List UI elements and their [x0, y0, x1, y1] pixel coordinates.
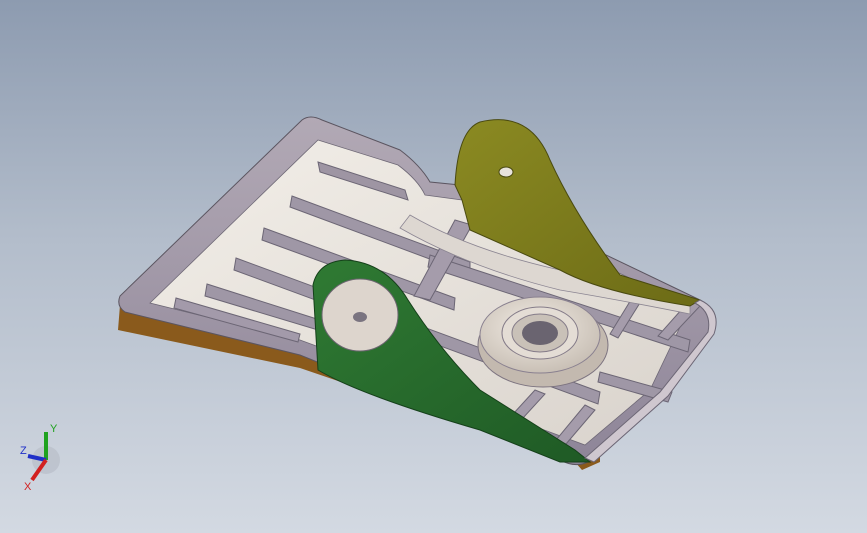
y-axis-label: Y [50, 423, 58, 435]
cad-viewport[interactable]: Y Z X [0, 0, 867, 533]
axis-triad[interactable]: Y Z X [16, 418, 76, 498]
housing-part-model[interactable] [0, 0, 867, 533]
front-lug-hole[interactable] [353, 312, 367, 322]
z-axis-label: Z [20, 445, 27, 457]
x-axis-label: X [24, 481, 32, 493]
back-lug-hole[interactable] [498, 166, 514, 178]
